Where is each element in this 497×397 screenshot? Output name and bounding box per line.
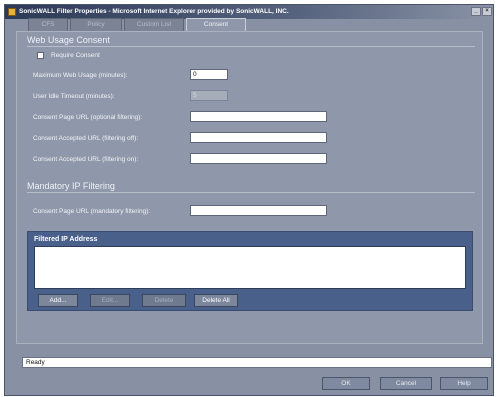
tab-custom-list[interactable]: Custom List: [124, 18, 184, 31]
help-button[interactable]: Help: [440, 377, 488, 390]
max-usage-input[interactable]: 0: [190, 69, 228, 80]
accepted-url-off-input[interactable]: [190, 132, 327, 143]
require-consent-label: Require Consent: [51, 52, 100, 59]
accepted-url-on-input[interactable]: [190, 153, 327, 164]
require-consent-checkbox[interactable]: [37, 52, 44, 59]
cancel-button[interactable]: Cancel: [380, 377, 432, 390]
idle-timeout-label: User Idle Timeout (minutes):: [33, 93, 115, 100]
section-divider: [27, 192, 475, 193]
minimize-icon[interactable]: _: [471, 7, 481, 16]
delete-all-button[interactable]: Delete All: [194, 294, 238, 307]
tab-policy[interactable]: Policy: [70, 18, 122, 31]
idle-timeout-input[interactable]: 5: [190, 90, 228, 101]
tab-cfs[interactable]: CFS: [28, 18, 68, 31]
web-usage-section-title: Web Usage Consent: [27, 35, 110, 45]
window-title: SonicWALL Filter Properties - Microsoft …: [19, 8, 289, 15]
consent-url-mandatory-label: Consent Page URL (mandatory filtering):: [33, 208, 151, 215]
status-bar: Ready: [22, 357, 492, 368]
consent-url-optional-label: Consent Page URL (optional filtering):: [33, 114, 143, 121]
app-icon: [8, 8, 16, 16]
filtered-ip-list[interactable]: [34, 246, 466, 289]
mandatory-section-title: Mandatory IP Filtering: [27, 181, 115, 191]
section-divider: [27, 46, 475, 47]
title-bar[interactable]: SonicWALL Filter Properties - Microsoft …: [5, 5, 493, 19]
close-icon[interactable]: ×: [482, 7, 492, 16]
filtered-ip-header: Filtered IP Address: [34, 236, 98, 243]
filtered-ip-group: Filtered IP Address Add... Edit... Delet…: [27, 231, 473, 311]
edit-button[interactable]: Edit...: [90, 294, 130, 307]
consent-url-mandatory-input[interactable]: [190, 205, 327, 216]
accepted-url-off-label: Consent Accepted URL (filtering off):: [33, 135, 139, 142]
consent-panel: Web Usage Consent Require Consent Maximu…: [16, 31, 483, 344]
tab-consent[interactable]: Consent: [186, 18, 246, 32]
accepted-url-on-label: Consent Accepted URL (filtering on):: [33, 156, 139, 163]
consent-url-optional-input[interactable]: [190, 111, 327, 122]
add-button[interactable]: Add...: [38, 294, 78, 307]
ok-button[interactable]: OK: [322, 377, 370, 390]
max-usage-label: Maximum Web Usage (minutes):: [33, 72, 128, 79]
delete-button[interactable]: Delete: [142, 294, 186, 307]
